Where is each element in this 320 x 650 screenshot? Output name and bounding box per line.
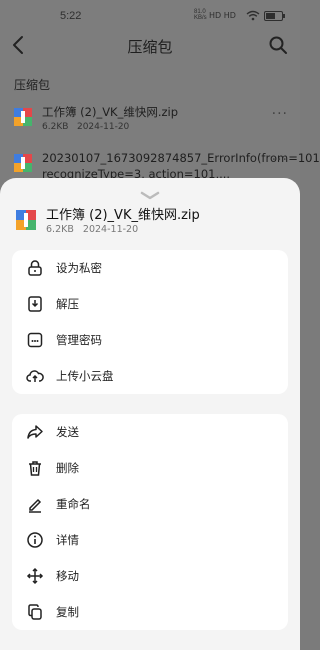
zip-file-icon	[16, 210, 36, 230]
action-group-secondary: 发送 删除 重命名 详情 移动 复制	[12, 414, 288, 630]
more-icon[interactable]: ···	[272, 106, 288, 122]
copy-button[interactable]: 复制	[12, 594, 288, 630]
more-icon[interactable]: ···	[272, 152, 288, 168]
password-icon	[26, 331, 44, 349]
file-item[interactable]: 工作簿 (2)_VK_维快网.zip 6.2KB 2024-11-20 ···	[0, 100, 300, 148]
sheet-file-size: 6.2KB	[46, 224, 74, 235]
sheet-file-meta: 6.2KB 2024-11-20	[46, 224, 138, 235]
file-date: 2024-11-20	[76, 122, 130, 132]
file-meta: 6.2KB 2024-11-20	[42, 122, 129, 132]
bottom-sheet: 工作簿 (2)_VK_维快网.zip 6.2KB 2024-11-20 设为私密…	[0, 178, 300, 650]
app-bar: 压缩包	[0, 30, 300, 70]
extract-label: 解压	[56, 297, 79, 311]
trash-icon	[26, 459, 44, 477]
battery-level	[266, 13, 275, 19]
send-label: 发送	[56, 425, 79, 439]
send-icon	[26, 423, 44, 441]
make-private-button[interactable]: 设为私密	[12, 250, 288, 286]
manage-password-label: 管理密码	[56, 333, 102, 347]
details-button[interactable]: 详情	[12, 522, 288, 558]
upload-cloud-label: 上传小云盘	[56, 369, 114, 383]
file-name: 工作簿 (2)_VK_维快网.zip	[42, 105, 179, 119]
copy-icon	[26, 603, 44, 621]
action-group-primary: 设为私密 解压 管理密码 上传小云盘	[12, 250, 288, 394]
details-label: 详情	[56, 533, 79, 547]
rename-label: 重命名	[56, 497, 91, 511]
status-time: 5:22	[60, 10, 82, 22]
zip-file-icon	[14, 108, 32, 126]
move-button[interactable]: 移动	[12, 558, 288, 594]
copy-label: 复制	[56, 605, 79, 619]
move-icon	[26, 567, 44, 585]
battery-icon	[264, 11, 285, 21]
send-button[interactable]: 发送	[12, 414, 288, 450]
delete-label: 删除	[56, 461, 79, 475]
rename-icon	[26, 495, 44, 513]
move-label: 移动	[56, 569, 79, 583]
extract-icon	[26, 295, 44, 313]
extract-button[interactable]: 解压	[12, 286, 288, 322]
cloud-upload-icon	[26, 367, 44, 385]
lock-icon	[26, 259, 44, 277]
section-title: 压缩包	[14, 78, 51, 92]
net-speed: 81.0 KB/s	[194, 9, 207, 21]
signal-indicator: HD HD	[209, 11, 236, 20]
search-icon[interactable]	[268, 35, 288, 55]
make-private-label: 设为私密	[56, 261, 102, 275]
delete-button[interactable]: 删除	[12, 450, 288, 486]
chevron-down-icon[interactable]	[140, 186, 160, 200]
sheet-file-date: 2024-11-20	[82, 224, 139, 235]
net-speed-unit: KB/s	[194, 15, 207, 21]
info-icon	[26, 531, 44, 549]
file-size: 6.2KB	[42, 122, 69, 132]
upload-cloud-button[interactable]: 上传小云盘	[12, 358, 288, 394]
page-title: 压缩包	[127, 38, 173, 56]
wifi-icon	[246, 10, 260, 24]
zip-file-icon	[14, 154, 32, 172]
manage-password-button[interactable]: 管理密码	[12, 322, 288, 358]
sheet-file-name: 工作簿 (2)_VK_维快网.zip	[46, 208, 200, 223]
status-bar: 5:22 81.0 KB/s HD HD	[0, 0, 300, 30]
rename-button[interactable]: 重命名	[12, 486, 288, 522]
